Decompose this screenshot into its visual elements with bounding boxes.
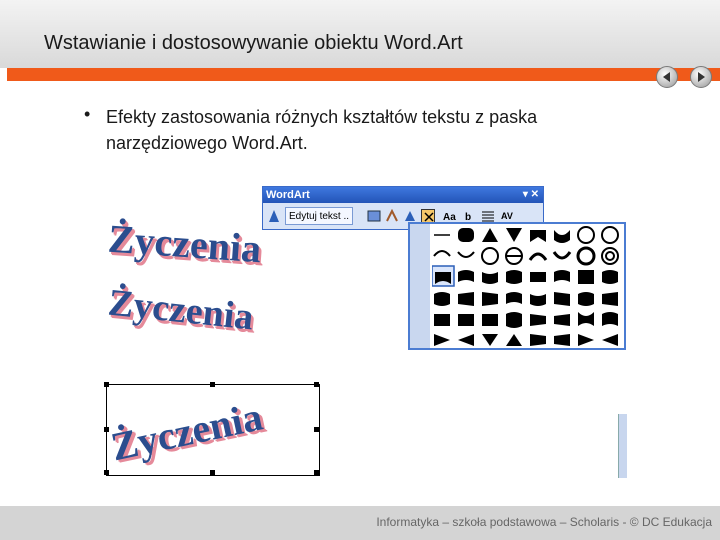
toolbar-titlebar[interactable]: WordArt ▾ ✕ <box>263 187 543 203</box>
resize-handle[interactable] <box>314 427 319 432</box>
resize-handle[interactable] <box>210 470 215 475</box>
wordart-shape-icon[interactable] <box>403 209 417 223</box>
insert-wordart-icon[interactable] <box>267 209 281 223</box>
wordart-sample-2[interactable]: Życzenia <box>106 281 255 340</box>
next-arrow-icon <box>698 72 705 82</box>
accent-bar <box>7 68 720 81</box>
same-letter-heights-icon[interactable]: Aa <box>443 209 457 223</box>
bullet-text: Efekty zastosowania różnych kształtów te… <box>106 107 538 153</box>
vertical-text-icon[interactable]: b <box>463 209 477 223</box>
prev-slide-button[interactable] <box>656 66 678 88</box>
footer-text: Informatyka – szkoła podstawowa – Schola… <box>376 515 712 529</box>
wordart-sample-1[interactable]: Życzenia <box>107 215 263 273</box>
toolbar-title: WordArt <box>266 189 310 201</box>
shape-grid[interactable] <box>432 226 624 346</box>
edit-text-button[interactable]: Edytuj tekst .. <box>285 207 354 225</box>
toolbar-controls[interactable]: ▾ ✕ <box>523 187 539 203</box>
text-wrapping-icon[interactable] <box>421 209 435 223</box>
wordart-shape-palette <box>408 222 626 350</box>
next-slide-button[interactable] <box>690 66 712 88</box>
slide-title: Wstawianie i dostosowywanie obiektu Word… <box>44 32 463 54</box>
slide-footer: Informatyka – szkoła podstawowa – Schola… <box>0 506 720 540</box>
wordart-screenshot: Życzenia Życzenia Życzenia WordArt ▾ ✕ E… <box>88 184 627 484</box>
prev-arrow-icon <box>663 72 670 82</box>
resize-handle[interactable] <box>210 382 215 387</box>
character-spacing-icon[interactable]: AV <box>501 209 515 223</box>
format-wordart-icon[interactable] <box>385 209 399 223</box>
resize-handle[interactable] <box>104 470 109 475</box>
svg-text:AV: AV <box>501 211 513 221</box>
wordart-gallery-icon[interactable] <box>367 209 381 223</box>
resize-handle[interactable] <box>314 470 319 475</box>
resize-handle[interactable] <box>104 382 109 387</box>
alignment-icon[interactable] <box>481 209 495 223</box>
bullet-marker: • <box>84 104 91 124</box>
palette-sidebar <box>410 224 430 348</box>
resize-handle[interactable] <box>314 382 319 387</box>
vertical-scrollbar[interactable] <box>618 414 627 478</box>
